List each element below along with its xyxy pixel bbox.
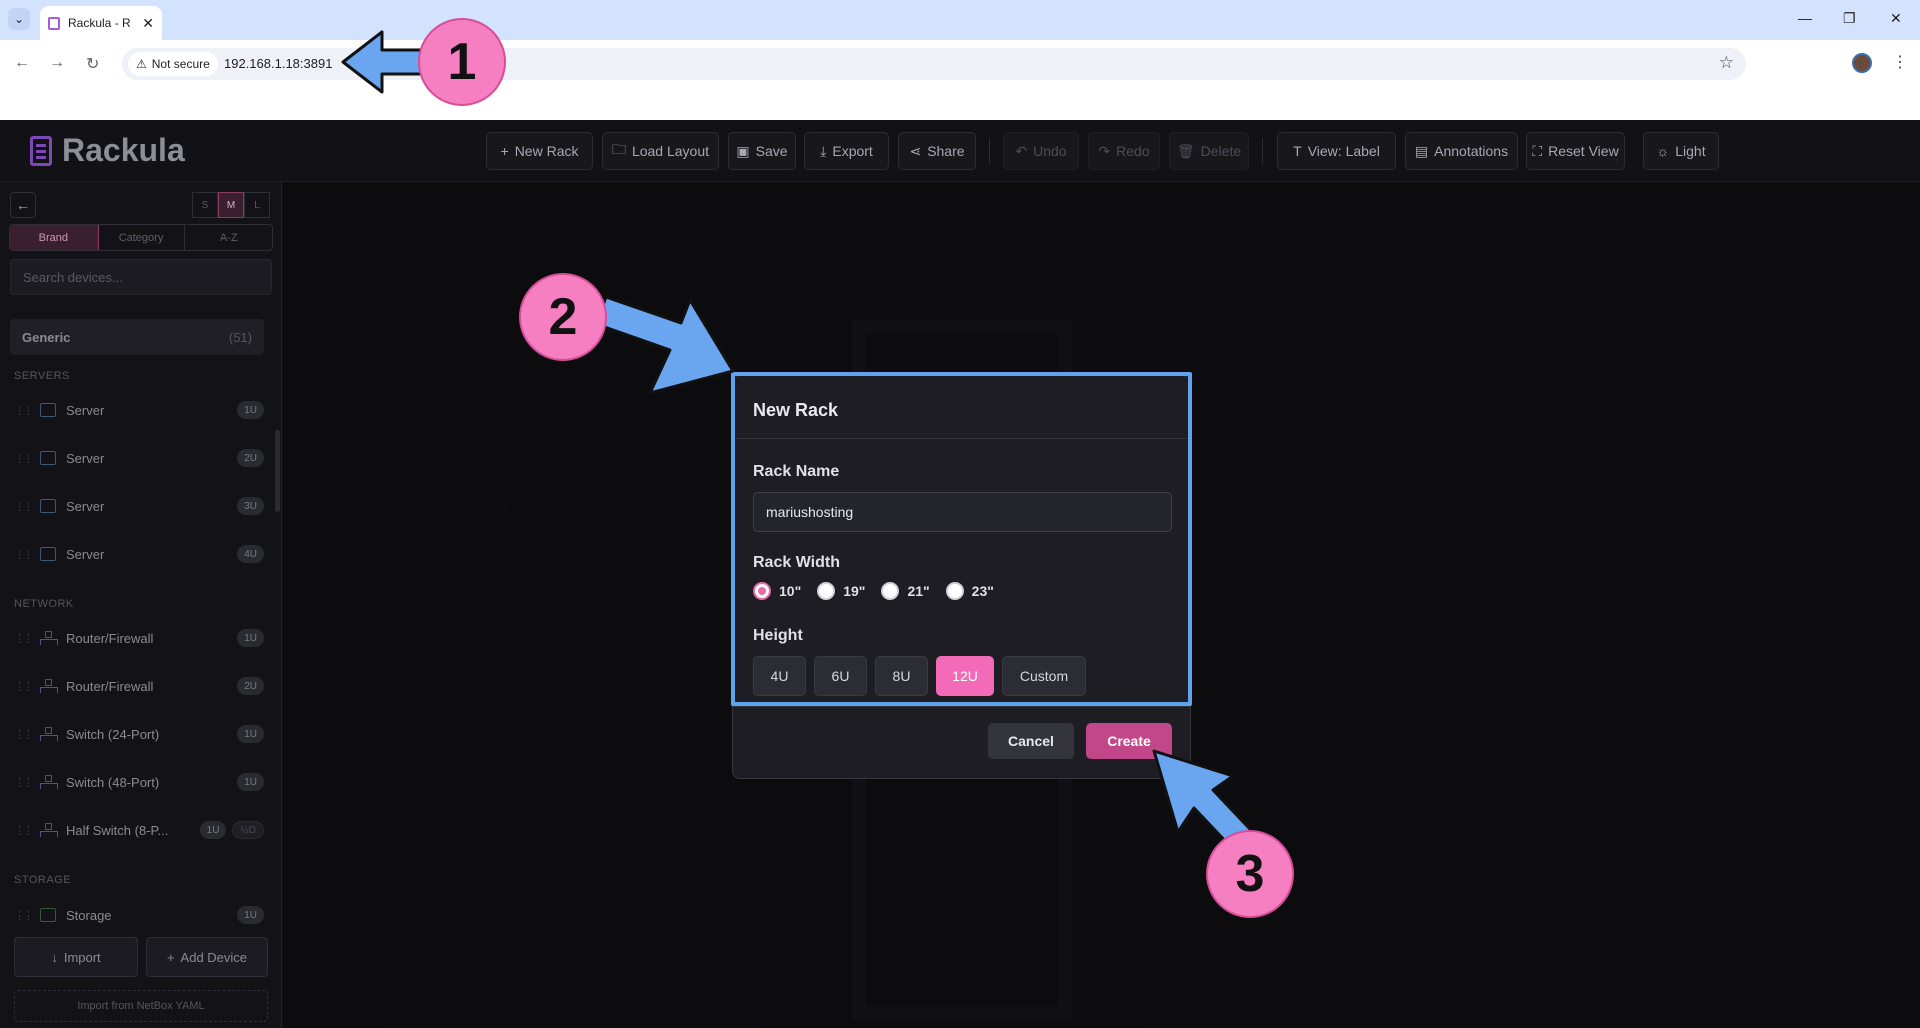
step-2-badge: 2 xyxy=(519,273,607,361)
arrow-2-icon xyxy=(594,295,735,395)
step-3-badge: 3 xyxy=(1206,830,1294,918)
annotation-arrows xyxy=(341,30,1268,866)
step-1-badge: 1 xyxy=(418,18,506,106)
